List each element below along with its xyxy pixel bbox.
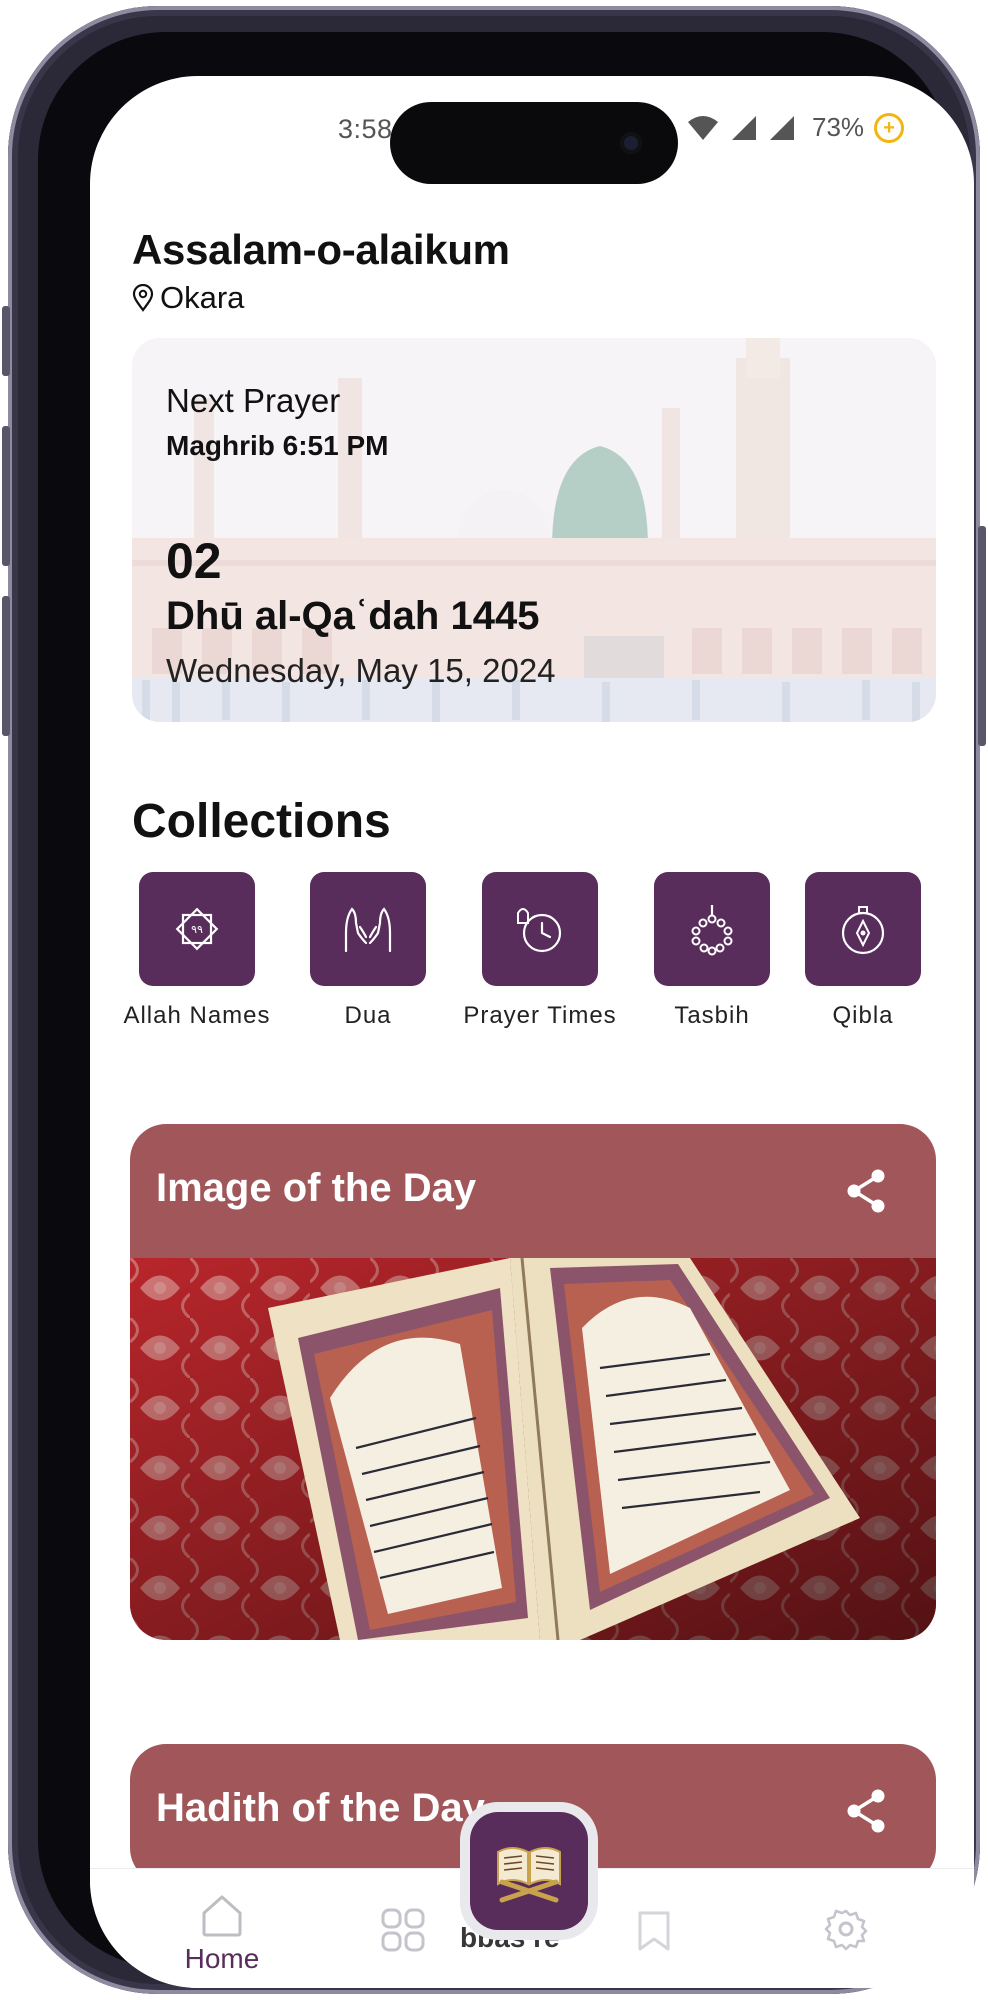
collection-label: Dua bbox=[344, 1002, 392, 1029]
status-bar: 3:58 73% + bbox=[90, 76, 974, 186]
image-of-day-card: Image of the Day bbox=[130, 1124, 936, 1640]
hijri-day: 02 bbox=[166, 533, 222, 589]
svg-text:٩٩: ٩٩ bbox=[191, 923, 203, 936]
open-quran-icon bbox=[497, 1847, 561, 1903]
next-prayer-card[interactable]: Next Prayer Maghrib 6:51 PM 02 Dhū al-Qa… bbox=[132, 338, 936, 722]
nav-settings[interactable] bbox=[824, 1907, 868, 1951]
grid-icon bbox=[381, 1908, 425, 1952]
bookmark-icon bbox=[638, 1911, 670, 1951]
nav-bookmarks[interactable] bbox=[636, 1909, 672, 1953]
collection-label: Prayer Times bbox=[463, 1002, 617, 1029]
phone-frame: 3:58 73% + Assalam-o-alaikum Okara Next … bbox=[2, 6, 986, 1994]
next-prayer-label: Next Prayer bbox=[166, 382, 341, 419]
front-camera bbox=[620, 132, 642, 154]
signal-icon-2 bbox=[770, 115, 794, 140]
nav-categories[interactable] bbox=[380, 1907, 426, 1953]
hijri-month-year: Dhū al-Qaʿdah 1445 bbox=[166, 594, 540, 638]
wifi-icon bbox=[688, 115, 718, 140]
collection-dua[interactable]: Dua bbox=[283, 872, 453, 1030]
dynamic-island bbox=[390, 102, 678, 184]
quran-photo[interactable] bbox=[130, 1257, 936, 1640]
battery-percent: 73% bbox=[812, 112, 865, 142]
quran-image bbox=[130, 1257, 936, 1640]
nav-home[interactable]: Home bbox=[162, 1891, 282, 1975]
battery-saver-icon: + bbox=[874, 112, 905, 143]
share-icon[interactable] bbox=[844, 1788, 888, 1834]
image-of-day-title: Image of the Day bbox=[156, 1166, 477, 1210]
collections-title: Collections bbox=[132, 795, 391, 848]
share-icon[interactable] bbox=[844, 1168, 888, 1214]
gregorian-date: Wednesday, May 15, 2024 bbox=[166, 652, 556, 689]
collection-label: Allah Names bbox=[123, 1002, 271, 1029]
prayer-clock-icon bbox=[482, 872, 598, 986]
compass-icon bbox=[805, 872, 921, 986]
status-icons: 73% + bbox=[686, 112, 905, 143]
next-prayer-time: Maghrib 6:51 PM bbox=[166, 430, 389, 461]
location-row[interactable]: Okara bbox=[132, 280, 244, 316]
tasbih-beads-icon bbox=[654, 872, 770, 986]
image-of-day-header: Image of the Day bbox=[130, 1124, 936, 1258]
collection-allah-names[interactable]: ٩٩ Allah Names bbox=[112, 872, 282, 1030]
praying-hands-icon bbox=[310, 872, 426, 986]
collection-prayer-times[interactable]: Prayer Times bbox=[455, 872, 625, 1030]
allah-names-icon: ٩٩ bbox=[139, 872, 255, 986]
app-screen: 3:58 73% + Assalam-o-alaikum Okara Next … bbox=[90, 76, 974, 1988]
location-label: Okara bbox=[160, 280, 245, 315]
gear-icon bbox=[824, 1909, 868, 1951]
phone-bezel: 3:58 73% + Assalam-o-alaikum Okara Next … bbox=[38, 32, 974, 1988]
quran-fab-button[interactable] bbox=[470, 1812, 588, 1930]
hadith-of-day-title: Hadith of the Day bbox=[156, 1786, 485, 1830]
location-pin-icon bbox=[132, 284, 154, 312]
collection-qibla[interactable]: Qibla bbox=[778, 872, 948, 1030]
greeting-title: Assalam-o-alaikum bbox=[132, 226, 510, 273]
collection-label: Tasbih bbox=[674, 1002, 750, 1029]
home-icon bbox=[202, 1895, 242, 1937]
status-time: 3:58 bbox=[338, 114, 393, 144]
nav-home-label: Home bbox=[184, 1943, 260, 1974]
signal-icon bbox=[732, 115, 756, 140]
collection-label: Qibla bbox=[832, 1002, 894, 1029]
collection-tasbih[interactable]: Tasbih bbox=[627, 872, 797, 1030]
